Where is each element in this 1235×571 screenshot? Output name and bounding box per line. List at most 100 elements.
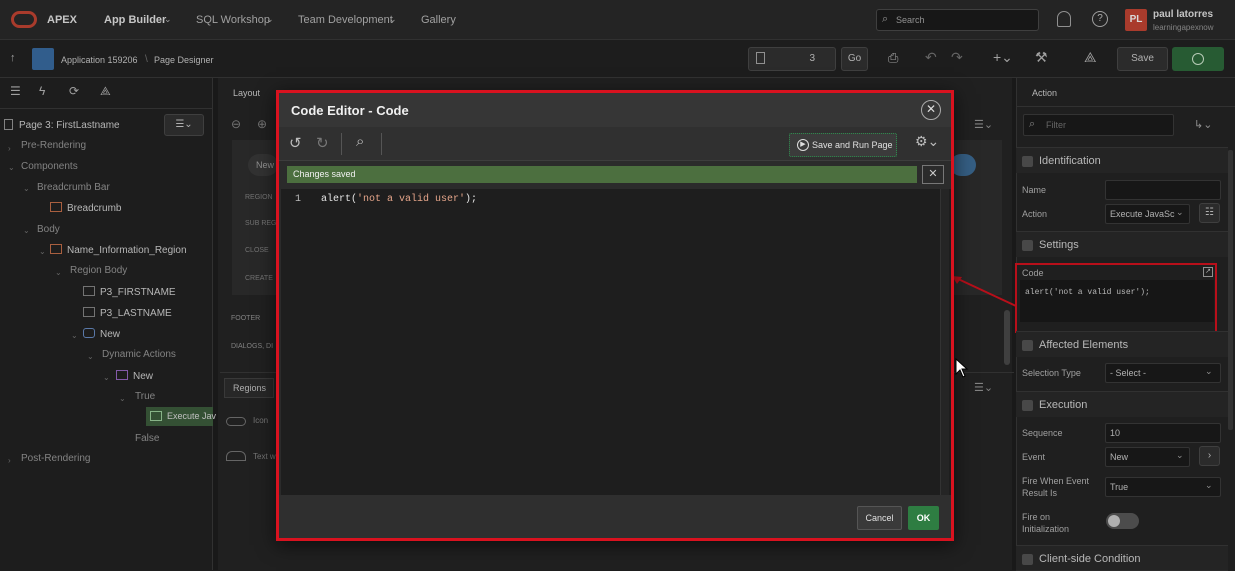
undo-icon[interactable]: ↺: [289, 134, 302, 152]
nav-team-development[interactable]: Team Development: [298, 14, 393, 26]
layout-menu-icon[interactable]: ☰⌄: [974, 118, 993, 131]
save-button[interactable]: Save: [1117, 47, 1168, 71]
save-and-run-page-button[interactable]: ▶ Save and Run Page: [789, 133, 897, 157]
ok-button[interactable]: OK: [908, 506, 939, 530]
shared-components-tab-icon[interactable]: ⟁: [100, 84, 111, 99]
section-affected-elements[interactable]: Affected Elements: [1016, 331, 1228, 357]
user-name[interactable]: paul latorres: [1153, 9, 1213, 20]
layout-row-close: CLOSE: [245, 247, 269, 254]
editor-scrollbar[interactable]: [940, 189, 949, 495]
chevron-down-icon: ⌄: [1205, 480, 1213, 490]
redo-icon[interactable]: ↷: [951, 49, 963, 66]
name-field[interactable]: [1105, 180, 1221, 200]
code-region-icon: [50, 244, 62, 254]
run-page-button[interactable]: [1172, 47, 1224, 71]
nav-app-builder[interactable]: App Builder: [104, 14, 166, 26]
processing-tab-icon[interactable]: ⟳: [69, 84, 79, 98]
tree-item-components[interactable]: Components: [21, 161, 78, 172]
button-icon: [83, 328, 95, 338]
layout-row-region: REGION: [245, 194, 273, 201]
highlight-code-field: [1015, 263, 1217, 333]
go-button[interactable]: Go: [841, 47, 868, 71]
tree-item-body[interactable]: Body: [37, 224, 60, 235]
search-icon[interactable]: ⌕: [356, 133, 364, 150]
nav-gallery[interactable]: Gallery: [421, 14, 456, 26]
tree-item-pre-rendering[interactable]: Pre-Rendering: [21, 140, 86, 151]
apex-brand[interactable]: APEX: [47, 14, 77, 26]
gallery-menu-icon[interactable]: ☰⌄: [974, 381, 993, 394]
shared-components-icon[interactable]: ⟁: [1084, 49, 1097, 66]
lock-icon[interactable]: ⎙: [888, 50, 898, 66]
tab-action[interactable]: Action: [1032, 88, 1057, 98]
section-execution[interactable]: Execution: [1016, 391, 1228, 417]
tree-item-new-button[interactable]: New: [83, 328, 120, 340]
play-icon: [1192, 53, 1204, 65]
code-editor-area[interactable]: 1 alert('not a valid user');: [281, 189, 951, 495]
dismiss-banner-button[interactable]: ✕: [922, 165, 944, 184]
section-client-side-condition[interactable]: Client-side Condition: [1016, 545, 1228, 571]
gallery-item-text[interactable]: Text w: [253, 452, 276, 461]
breadcrumb-page-designer: Page Designer: [154, 55, 214, 65]
tree-item-breadcrumb[interactable]: Breadcrumb: [50, 202, 121, 214]
close-icon[interactable]: ✕: [921, 100, 941, 120]
redo-icon[interactable]: ↻: [316, 134, 329, 152]
layout-footer: FOOTER: [231, 315, 261, 322]
selection-type-select[interactable]: - Select -: [1105, 363, 1221, 383]
avatar[interactable]: PL: [1125, 9, 1147, 31]
event-go-button[interactable]: ›: [1199, 446, 1220, 466]
zoom-out-icon[interactable]: ⊖: [231, 117, 241, 131]
tree-item-false[interactable]: False: [135, 433, 159, 444]
javascript-action-icon: [150, 411, 162, 421]
breadcrumb-application[interactable]: Application 159206: [61, 55, 138, 65]
tree-item-new-dynamic-action[interactable]: New: [116, 370, 153, 382]
page-title[interactable]: Page 3: FirstLastname: [19, 120, 120, 131]
cloud-icon: [226, 451, 246, 461]
mouse-cursor-icon: [955, 358, 969, 378]
gallery-item-icon[interactable]: Icon: [253, 416, 268, 425]
help-icon[interactable]: ?: [1092, 11, 1108, 27]
tree-item-execute-javascript[interactable]: Execute Jav: [146, 407, 216, 426]
tab-regions[interactable]: Regions: [224, 378, 274, 398]
tree-item-name-information-region[interactable]: Name_Information_Region: [50, 244, 187, 256]
tree-item-breadcrumb-bar[interactable]: Breadcrumb Bar: [37, 182, 110, 193]
tree-menu-button[interactable]: ☰⌄: [164, 114, 204, 136]
new-button-preview[interactable]: New: [248, 154, 278, 176]
zoom-in-icon[interactable]: ⊕: [257, 117, 267, 131]
property-scrollbar[interactable]: [1228, 150, 1233, 430]
admin-user-icon[interactable]: [1057, 11, 1071, 27]
tree-item-post-rendering[interactable]: Post-Rendering: [21, 453, 90, 464]
tree-item-p3-lastname[interactable]: P3_LASTNAME: [83, 307, 172, 319]
go-to-group-icon[interactable]: ↳⌄: [1194, 118, 1212, 131]
oracle-logo-icon[interactable]: [11, 11, 37, 28]
arrow-up-icon[interactable]: ↑: [10, 52, 16, 64]
fire-when-result-select[interactable]: True: [1105, 477, 1221, 497]
section-identification[interactable]: Identification: [1016, 147, 1228, 173]
undo-icon[interactable]: ↶: [925, 49, 937, 66]
fire-on-initialization-toggle[interactable]: [1106, 513, 1139, 529]
page-designer-toolbar: ↑ Application 159206 \ Page Designer 3 G…: [0, 40, 1235, 78]
layout-scrollbar[interactable]: [1004, 310, 1010, 365]
sequence-field[interactable]: 10: [1105, 423, 1221, 443]
utilities-wrench-icon[interactable]: ⚒: [1035, 49, 1048, 66]
tree-item-region-body[interactable]: Region Body: [70, 265, 127, 276]
filter-input[interactable]: ⌕ Filter: [1023, 114, 1174, 136]
dialog-title: Code Editor - Code: [291, 103, 409, 118]
section-settings[interactable]: Settings: [1016, 231, 1228, 257]
cancel-button[interactable]: Cancel: [857, 506, 902, 530]
fire-on-initialization-label: Fire on Initialization: [1022, 512, 1070, 534]
tree-item-true[interactable]: True: [135, 391, 155, 402]
action-list-button[interactable]: ☷: [1199, 203, 1220, 223]
code-line[interactable]: alert('not a valid user');: [321, 194, 477, 205]
gear-icon[interactable]: ⚙⌄: [915, 133, 939, 150]
nav-sql-workshop[interactable]: SQL Workshop: [196, 14, 270, 26]
tree-item-p3-firstname[interactable]: P3_FIRSTNAME: [83, 286, 176, 298]
dynamic-actions-tab-icon[interactable]: ϟ: [39, 84, 45, 98]
icon-region-icon: [226, 417, 246, 426]
tree-item-dynamic-actions[interactable]: Dynamic Actions: [102, 349, 176, 360]
tab-layout[interactable]: Layout: [233, 88, 260, 98]
create-menu-icon[interactable]: +⌄: [993, 49, 1013, 66]
rendering-tab-icon[interactable]: ☰: [10, 84, 21, 98]
rendering-tree-pane: ☰ ϟ ⟳ ⟁ Page 3: FirstLastname ☰⌄: [0, 78, 213, 570]
search-input[interactable]: ⌕ Search: [876, 9, 1039, 31]
application-icon[interactable]: [32, 48, 54, 70]
